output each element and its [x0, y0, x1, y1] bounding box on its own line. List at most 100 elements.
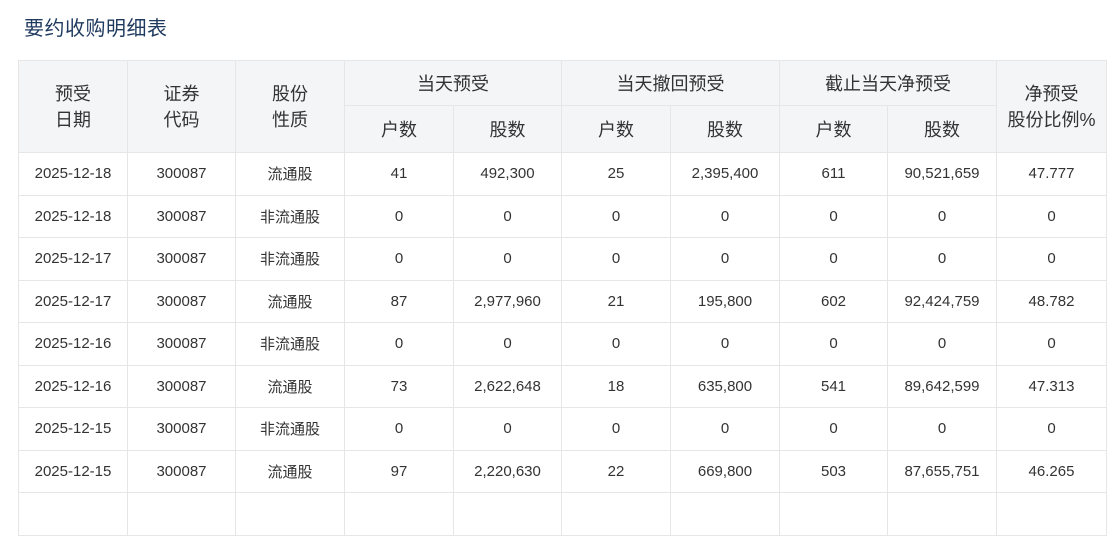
cell-withdraw-households: 0: [561, 407, 671, 451]
cell-today-shares: 0: [453, 322, 562, 366]
cell-nature: 非流通股: [235, 237, 345, 281]
cell-nature: 流通股: [235, 364, 345, 408]
cell-net-shares: 90,521,659: [887, 152, 997, 196]
cell-today-shares: 0: [453, 194, 562, 238]
cell-net-ratio: 0: [996, 194, 1107, 238]
cell-net-households: 0: [779, 407, 888, 451]
cell-net-households: 0: [779, 194, 888, 238]
cell-net-ratio: 48.782: [996, 279, 1107, 323]
table-row: 2025-12-15 300087 流通股 97 2,220,630 22 66…: [18, 449, 1107, 493]
cell-today-households: 41: [344, 152, 454, 196]
cell-code: 300087: [127, 279, 236, 323]
cell-net-households: 0: [779, 237, 888, 281]
cell-net-shares: [887, 492, 997, 536]
cell-code: 300087: [127, 322, 236, 366]
cell-net-ratio: [996, 492, 1107, 536]
cell-net-households: 541: [779, 364, 888, 408]
page-title: 要约收购明细表: [24, 18, 168, 40]
cell-net-ratio: 47.313: [996, 364, 1107, 408]
cell-date: 2025-12-17: [18, 279, 128, 323]
cell-withdraw-households: 0: [561, 237, 671, 281]
cell-code: 300087: [127, 364, 236, 408]
cell-withdraw-shares: [670, 492, 780, 536]
cell-withdraw-shares: 0: [670, 407, 780, 451]
cell-withdraw-households: 0: [561, 194, 671, 238]
cell-net-households: 611: [779, 152, 888, 196]
cell-net-households: 602: [779, 279, 888, 323]
cell-today-shares: 2,220,630: [453, 449, 562, 493]
header-net-shares: 股数: [887, 105, 997, 153]
header-today-shares: 股数: [453, 105, 562, 153]
cell-net-shares: 92,424,759: [887, 279, 997, 323]
cell-net-ratio: 0: [996, 407, 1107, 451]
table-body: 2025-12-18 300087 流通股 41 492,300 25 2,39…: [18, 152, 1107, 536]
cell-today-households: [344, 492, 454, 536]
cell-withdraw-shares: 0: [670, 194, 780, 238]
cell-withdraw-households: 0: [561, 322, 671, 366]
cell-code: [127, 492, 236, 536]
header-net-ratio: 净预受 股份比例%: [996, 60, 1107, 153]
cell-net-shares: 0: [887, 194, 997, 238]
cell-withdraw-households: 22: [561, 449, 671, 493]
cell-code: 300087: [127, 194, 236, 238]
cell-today-households: 0: [344, 194, 454, 238]
cell-date: 2025-12-16: [18, 322, 128, 366]
cell-date: 2025-12-16: [18, 364, 128, 408]
table-row: 2025-12-18 300087 非流通股 0 0 0 0 0 0 0: [18, 194, 1107, 238]
table-row: 2025-12-16 300087 流通股 73 2,622,648 18 63…: [18, 364, 1107, 408]
cell-net-shares: 0: [887, 237, 997, 281]
header-security-code: 证券 代码: [127, 60, 236, 153]
header-withdraw-shares: 股数: [670, 105, 780, 153]
cell-nature: 流通股: [235, 279, 345, 323]
cell-today-households: 0: [344, 322, 454, 366]
cell-nature: 非流通股: [235, 322, 345, 366]
cell-today-shares: 0: [453, 237, 562, 281]
table-row: 2025-12-18 300087 流通股 41 492,300 25 2,39…: [18, 152, 1107, 196]
cell-today-households: 0: [344, 237, 454, 281]
cell-date: 2025-12-15: [18, 407, 128, 451]
cell-nature: 流通股: [235, 152, 345, 196]
cell-withdraw-shares: 0: [670, 322, 780, 366]
cell-net-shares: 87,655,751: [887, 449, 997, 493]
table-row: 2025-12-17 300087 流通股 87 2,977,960 21 19…: [18, 279, 1107, 323]
cell-today-shares: 492,300: [453, 152, 562, 196]
cell-net-ratio: 46.265: [996, 449, 1107, 493]
cell-withdraw-households: 21: [561, 279, 671, 323]
cell-today-households: 97: [344, 449, 454, 493]
cell-date: 2025-12-15: [18, 449, 128, 493]
cell-withdraw-households: 25: [561, 152, 671, 196]
table-row: [18, 492, 1107, 536]
cell-withdraw-shares: 669,800: [670, 449, 780, 493]
header-withdraw-households: 户数: [561, 105, 671, 153]
table-row: 2025-12-15 300087 非流通股 0 0 0 0 0 0 0: [18, 407, 1107, 451]
header-net-households: 户数: [779, 105, 888, 153]
cell-date: [18, 492, 128, 536]
table-row: 2025-12-16 300087 非流通股 0 0 0 0 0 0 0: [18, 322, 1107, 366]
cell-nature: [235, 492, 345, 536]
cell-withdraw-households: [561, 492, 671, 536]
cell-today-shares: 0: [453, 407, 562, 451]
cell-date: 2025-12-17: [18, 237, 128, 281]
cell-withdraw-shares: 2,395,400: [670, 152, 780, 196]
cell-code: 300087: [127, 449, 236, 493]
cell-code: 300087: [127, 237, 236, 281]
cell-nature: 流通股: [235, 449, 345, 493]
cell-net-households: 0: [779, 322, 888, 366]
cell-net-shares: 0: [887, 407, 997, 451]
cell-date: 2025-12-18: [18, 152, 128, 196]
cell-net-shares: 0: [887, 322, 997, 366]
header-today-households: 户数: [344, 105, 454, 153]
cell-net-ratio: 47.777: [996, 152, 1107, 196]
cell-withdraw-shares: 195,800: [670, 279, 780, 323]
cell-net-households: 503: [779, 449, 888, 493]
cell-code: 300087: [127, 152, 236, 196]
cell-withdraw-households: 18: [561, 364, 671, 408]
cell-nature: 非流通股: [235, 194, 345, 238]
cell-net-ratio: 0: [996, 237, 1107, 281]
tender-offer-detail-table: 预受 日期 证券 代码 股份 性质 当天预受 当天撤回预受 截止当天净预受 净预…: [18, 60, 1107, 536]
header-share-nature: 股份 性质: [235, 60, 345, 153]
cell-withdraw-shares: 635,800: [670, 364, 780, 408]
cell-net-households: [779, 492, 888, 536]
header-group-today-accept: 当天预受: [344, 60, 562, 106]
cell-today-shares: 2,622,648: [453, 364, 562, 408]
